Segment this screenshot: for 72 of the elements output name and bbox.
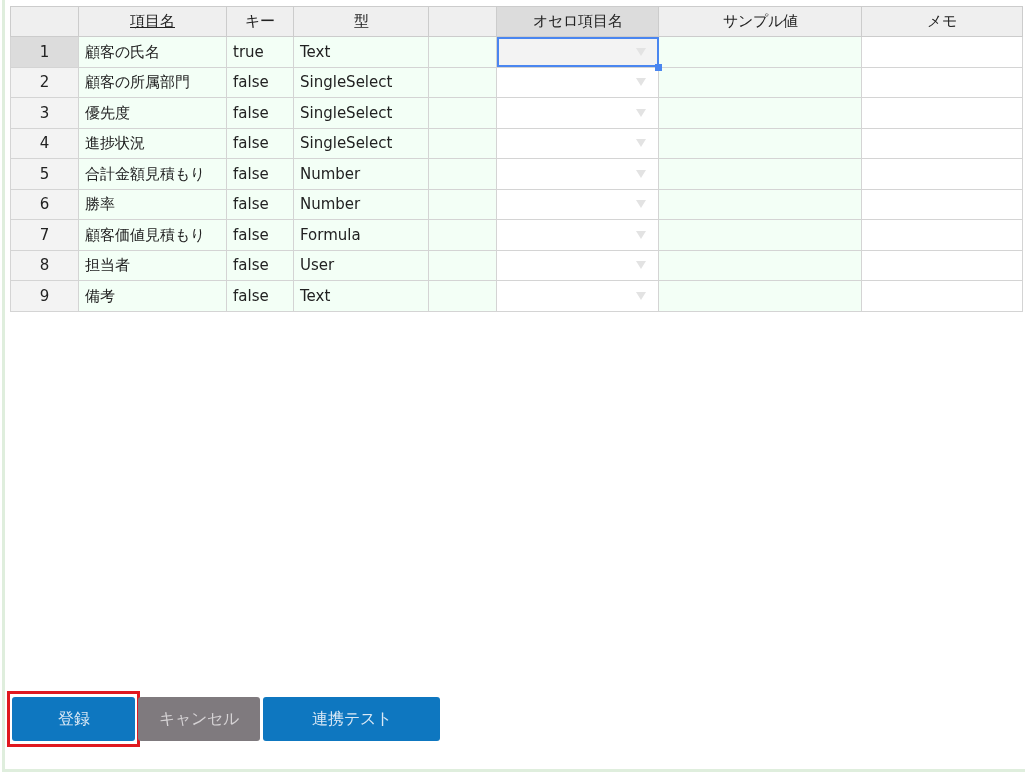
row-number: 7: [10, 219, 79, 250]
table-cell: false: [226, 250, 294, 281]
dropdown-cell[interactable]: [496, 158, 659, 189]
row-number: 5: [10, 158, 79, 189]
table-cell: false: [226, 97, 294, 128]
column-header[interactable]: サンプル値: [658, 6, 862, 37]
row-number: 6: [10, 189, 79, 220]
row-number: 3: [10, 97, 79, 128]
dropdown-cell[interactable]: [496, 280, 659, 311]
column-header[interactable]: 項目名: [78, 6, 227, 37]
caret-icon: [636, 108, 646, 117]
caret-icon: [636, 291, 646, 300]
table-cell: false: [226, 158, 294, 189]
table-cell: 担当者: [78, 250, 227, 281]
table-cell: 優先度: [78, 97, 227, 128]
fill-handle[interactable]: [655, 63, 662, 71]
caret-icon: [636, 169, 646, 178]
caret-icon: [636, 78, 646, 87]
table-cell: [428, 67, 497, 98]
dropdown-cell[interactable]: [496, 128, 659, 159]
caret-icon: [636, 261, 646, 270]
table-cell: [428, 36, 497, 67]
caret-icon: [636, 200, 646, 209]
column-header[interactable]: [428, 6, 497, 37]
row-number: 8: [10, 250, 79, 281]
table-cell: [428, 158, 497, 189]
table-cell: SingleSelect: [293, 97, 429, 128]
table-cell: Text: [293, 36, 429, 67]
row-number: 9: [10, 280, 79, 311]
column-header[interactable]: オセロ項目名: [496, 6, 659, 37]
table-cell: [428, 280, 497, 311]
table-cell: 勝率: [78, 189, 227, 220]
table-cell: SingleSelect: [293, 128, 429, 159]
table-cell: 進捗状況: [78, 128, 227, 159]
dropdown-cell[interactable]: [496, 189, 659, 220]
caret-icon: [636, 230, 646, 239]
table-cell: 顧客の氏名: [78, 36, 227, 67]
action-button[interactable]: 登録: [12, 697, 135, 741]
table-cell: User: [293, 250, 429, 281]
dropdown-cell[interactable]: [496, 97, 659, 128]
table-cell: [428, 250, 497, 281]
table-cell: 備考: [78, 280, 227, 311]
table-cell: false: [226, 280, 294, 311]
table-cell: true: [226, 36, 294, 67]
table-cell: false: [226, 67, 294, 98]
table-cell: [428, 189, 497, 220]
table-cell: Formula: [293, 219, 429, 250]
table-cell: false: [226, 219, 294, 250]
table-cell: SingleSelect: [293, 67, 429, 98]
table-cell: [428, 219, 497, 250]
column-header[interactable]: キー: [226, 6, 294, 37]
table-cell: Text: [293, 280, 429, 311]
table-cell: 合計金額見積もり: [78, 158, 227, 189]
column-header[interactable]: メモ: [861, 6, 1023, 37]
table-cell: false: [226, 189, 294, 220]
table-cell: 顧客価値見積もり: [78, 219, 227, 250]
row-number: 4: [10, 128, 79, 159]
table-cell: false: [226, 128, 294, 159]
table-cell: [428, 97, 497, 128]
column-header[interactable]: [10, 6, 79, 37]
caret-icon: [636, 139, 646, 148]
table-cell: [428, 128, 497, 159]
table-cell: 顧客の所属部門: [78, 67, 227, 98]
table-cell: Number: [293, 189, 429, 220]
action-button[interactable]: 連携テスト: [263, 697, 440, 741]
dropdown-cell[interactable]: [496, 250, 659, 281]
dropdown-cell[interactable]: [496, 67, 659, 98]
column-header[interactable]: 型: [293, 6, 429, 37]
table-cell: Number: [293, 158, 429, 189]
row-number: 2: [10, 67, 79, 98]
row-number: 1: [10, 36, 79, 67]
dropdown-cell[interactable]: [496, 219, 659, 250]
